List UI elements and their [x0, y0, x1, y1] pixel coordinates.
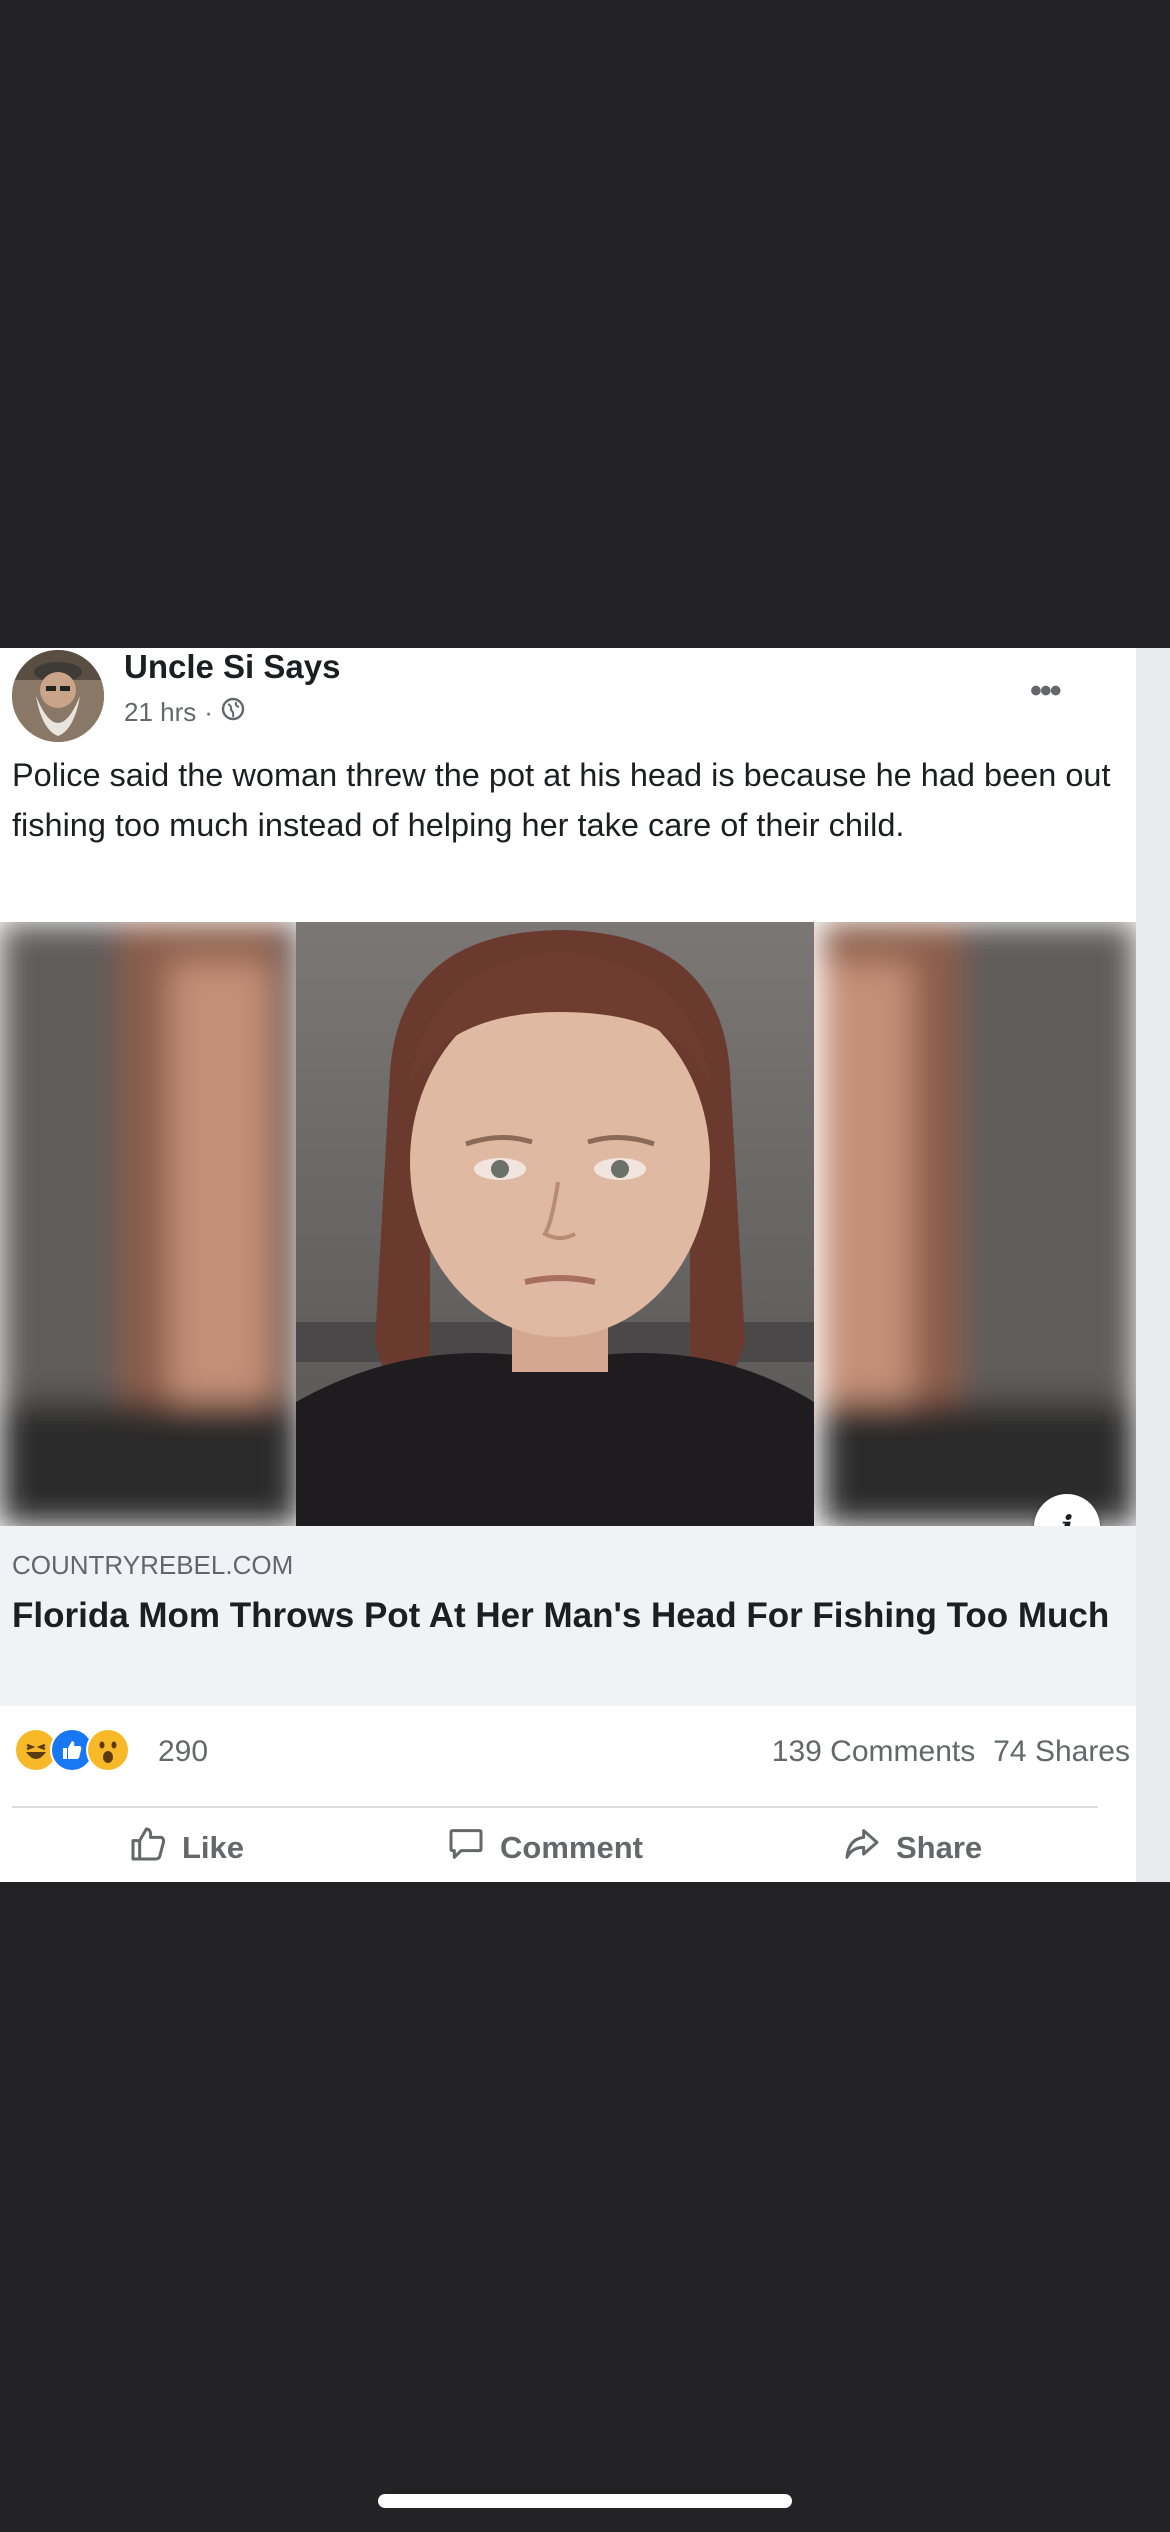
- like-button[interactable]: Like: [128, 1824, 244, 1872]
- comments-count[interactable]: 139 Comments: [772, 1735, 975, 1769]
- wow-icon: [86, 1728, 130, 1772]
- shares-count[interactable]: 74 Shares: [993, 1735, 1130, 1769]
- link-headline[interactable]: Florida Mom Throws Pot At Her Man's Head…: [12, 1592, 1112, 1640]
- comment-icon: [446, 1824, 486, 1872]
- action-divider: [12, 1806, 1098, 1808]
- share-button[interactable]: Share: [842, 1824, 982, 1872]
- post-timestamp[interactable]: 21 hrs: [124, 697, 196, 728]
- reaction-count[interactable]: 290: [158, 1735, 208, 1769]
- mugshot-photo: [0, 922, 1136, 1526]
- meta-separator: ·: [204, 697, 213, 727]
- post-meta: 21 hrs ·: [124, 697, 245, 728]
- post-text: Police said the woman threw the pot at h…: [12, 757, 1111, 843]
- share-label: Share: [896, 1830, 983, 1865]
- home-indicator[interactable]: [378, 2494, 792, 2508]
- share-icon: [842, 1824, 882, 1872]
- more-options-button[interactable]: •••: [1030, 672, 1062, 711]
- link-domain: COUNTRYREBEL.COM: [12, 1550, 294, 1580]
- author-avatar[interactable]: [12, 650, 104, 742]
- link-preview-image[interactable]: [0, 922, 1136, 1526]
- comment-button[interactable]: Comment: [446, 1824, 643, 1872]
- thumbs-up-icon: [128, 1824, 168, 1872]
- author-name[interactable]: Uncle Si Says: [124, 648, 340, 686]
- adjacent-card-edge: [1136, 648, 1170, 1882]
- post-stats: 139 Comments 74 Shares: [772, 1735, 1130, 1769]
- comment-label: Comment: [500, 1830, 643, 1865]
- like-label: Like: [182, 1830, 245, 1865]
- reaction-icons[interactable]: [14, 1728, 130, 1772]
- globe-icon: [221, 697, 245, 728]
- action-bar: Like Comment Share: [0, 1824, 1136, 1880]
